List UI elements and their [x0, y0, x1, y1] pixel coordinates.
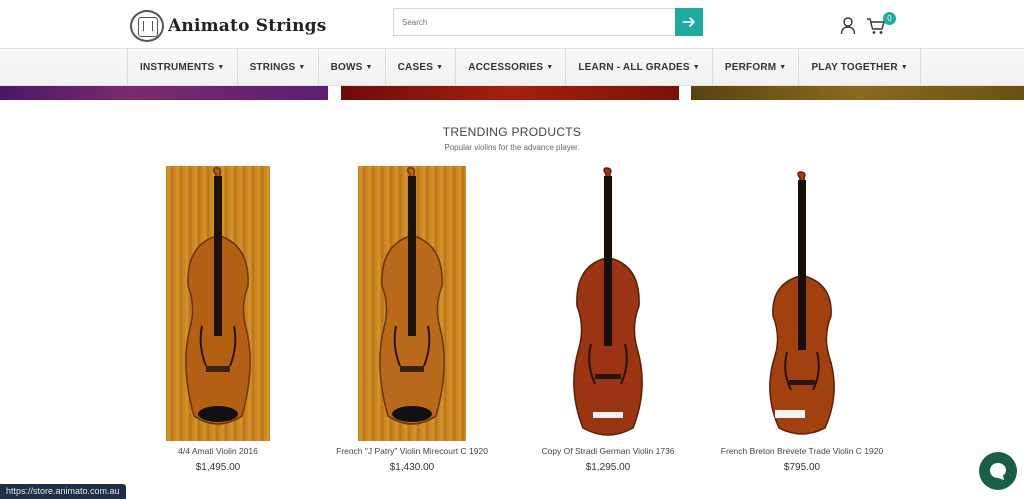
- nav-item-accessories[interactable]: ACCESSORIES ▼: [456, 49, 567, 86]
- caret-down-icon: ▼: [298, 64, 306, 71]
- nav-item-label: CASES: [397, 62, 434, 73]
- nav-item-strings[interactable]: STRINGS ▼: [238, 49, 319, 86]
- product-image[interactable]: [553, 166, 663, 441]
- logo-seal-icon: [130, 10, 164, 42]
- product-card[interactable]: Copy Of Stradi German Violin 1736 $1,295…: [508, 166, 708, 473]
- chat-button[interactable]: [979, 452, 1017, 490]
- nav-item-label: STRINGS: [249, 62, 296, 73]
- nav-item-label: PERFORM: [724, 62, 777, 73]
- banner-tile-gold[interactable]: [691, 86, 1024, 100]
- search-bar: [393, 8, 703, 36]
- product-image[interactable]: [358, 166, 466, 441]
- link-preview-status-bar: https://store.animato.com.au: [0, 484, 126, 499]
- caret-down-icon: ▼: [900, 64, 908, 71]
- caret-down-icon: ▼: [436, 64, 444, 71]
- product-card[interactable]: French "J Patry" Violin Mirecourt C 1920…: [312, 166, 512, 473]
- product-image[interactable]: [166, 166, 270, 441]
- banner-tile-red[interactable]: [341, 86, 679, 100]
- cart-count-badge: 0: [883, 12, 896, 25]
- section-subtitle: Popular violins for the advance player.: [444, 143, 580, 152]
- product-price: $795.00: [783, 462, 821, 473]
- nav-item-label: PLAY TOGETHER: [811, 62, 898, 73]
- chat-bubble-icon: [990, 463, 1006, 480]
- violin-icon: [185, 167, 251, 425]
- violin-icon: [379, 167, 445, 425]
- violin-icon: [769, 171, 835, 435]
- nav-item-label: BOWS: [330, 62, 363, 73]
- site-logo[interactable]: Animato Strings: [130, 10, 326, 42]
- nav-item-play-together[interactable]: PLAY TOGETHER ▼: [799, 49, 921, 86]
- caret-down-icon: ▼: [779, 64, 787, 71]
- banner-tile-purple[interactable]: [0, 86, 328, 100]
- product-card[interactable]: French Breton Brevete Trade Violin C 192…: [702, 166, 902, 473]
- caret-down-icon: ▼: [217, 64, 225, 71]
- arrow-right-icon: [682, 17, 695, 27]
- nav-item-label: ACCESSORIES: [468, 62, 544, 73]
- caret-down-icon: ▼: [546, 64, 554, 71]
- search-submit-button[interactable]: [675, 8, 703, 36]
- main-navigation: INSTRUMENTS ▼ STRINGS ▼ BOWS ▼ CASES ▼ ACCES…: [0, 48, 1024, 86]
- nav-item-label: LEARN - ALL GRADES: [578, 62, 690, 73]
- search-input[interactable]: [393, 8, 675, 36]
- site-header: Animato Strings 0: [0, 0, 1024, 48]
- nav-item-label: INSTRUMENTS: [140, 62, 215, 73]
- product-name[interactable]: French "J Patry" Violin Mirecourt C 1920: [312, 446, 512, 456]
- caret-down-icon: ▼: [365, 64, 373, 71]
- product-name[interactable]: 4/4 Amati Violin 2016: [118, 446, 318, 456]
- product-name[interactable]: French Breton Brevete Trade Violin C 192…: [702, 446, 902, 456]
- nav-item-bows[interactable]: BOWS ▼: [319, 49, 386, 86]
- nav-item-instruments[interactable]: INSTRUMENTS ▼: [128, 49, 238, 86]
- violin-icon: [573, 167, 643, 436]
- product-image[interactable]: [747, 166, 857, 441]
- caret-down-icon: ▼: [692, 64, 700, 71]
- product-price: $1,495.00: [195, 462, 241, 473]
- section-title: TRENDING PRODUCTS: [442, 125, 582, 139]
- nav-item-perform[interactable]: PERFORM ▼: [713, 49, 800, 86]
- product-name[interactable]: Copy Of Stradi German Violin 1736: [508, 446, 708, 456]
- product-card[interactable]: 4/4 Amati Violin 2016 $1,495.00: [118, 166, 318, 473]
- logo-text: Animato Strings: [168, 16, 327, 36]
- user-account-icon[interactable]: [840, 17, 856, 35]
- nav-item-cases[interactable]: CASES ▼: [386, 49, 457, 86]
- product-price: $1,430.00: [389, 462, 435, 473]
- nav-item-learn[interactable]: LEARN - ALL GRADES ▼: [566, 49, 713, 86]
- product-price: $1,295.00: [585, 462, 631, 473]
